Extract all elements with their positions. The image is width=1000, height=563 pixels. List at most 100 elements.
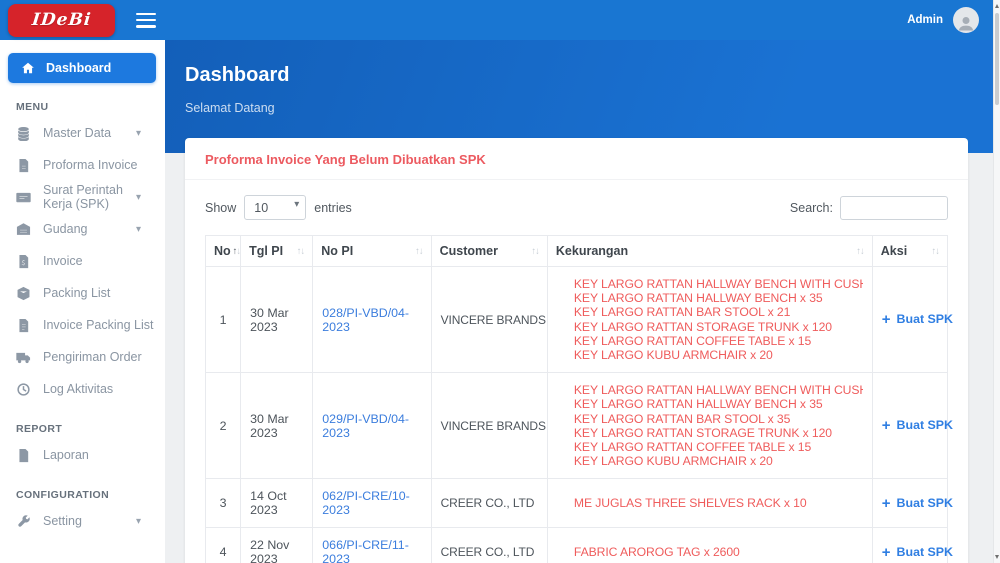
file-icon xyxy=(16,448,31,463)
table-header-row: No ↑↓ Tgl PI ↑↓ No PI ↑↓ Customer ↑↓ Kek… xyxy=(206,236,948,267)
sort-arrows-icon: ↑↓ xyxy=(297,246,305,257)
column-header-label: No PI xyxy=(321,244,353,258)
column-header-aksi[interactable]: Aksi ↑↓ xyxy=(872,236,947,267)
kekurangan-list: FABRIC AROROG TAG x 2600 xyxy=(557,545,863,559)
table-row: 4 22 Nov 2023 066/PI-CRE/11-2023 CREER C… xyxy=(206,528,948,563)
sort-arrows-icon: ↑↓ xyxy=(233,246,241,257)
history-icon xyxy=(16,382,31,397)
cell-no: 3 xyxy=(206,479,241,528)
sidebar-item-gudang[interactable]: Gudang ▾ xyxy=(0,213,165,245)
buat-spk-button[interactable]: +Buat SPK xyxy=(882,418,953,432)
kekurangan-item: KEY LARGO RATTAN STORAGE TRUNK x 120 xyxy=(574,320,863,334)
cell-tgl-pi: 30 Mar 2023 xyxy=(241,267,313,373)
plus-icon: + xyxy=(882,417,891,434)
cell-customer: VINCERE BRANDS LTD. xyxy=(431,267,547,373)
kekurangan-item: KEY LARGO RATTAN HALLWAY BENCH WITH CUSH… xyxy=(574,277,863,291)
sidebar-item-master-data[interactable]: Master Data ▾ xyxy=(0,117,165,149)
sidebar-item-laporan[interactable]: Laporan xyxy=(0,439,165,471)
warehouse-icon xyxy=(16,222,31,237)
sort-arrows-icon: ↑↓ xyxy=(932,246,940,257)
sidebar: Dashboard MENU Master Data ▾ Proforma In… xyxy=(0,40,165,563)
chevron-down-icon: ▾ xyxy=(136,516,141,527)
buat-spk-button[interactable]: +Buat SPK xyxy=(882,496,953,510)
buat-spk-button[interactable]: +Buat SPK xyxy=(882,545,953,559)
chevron-down-icon: ▾ xyxy=(136,128,141,139)
sidebar-item-log-aktivitas[interactable]: Log Aktivitas xyxy=(0,373,165,405)
cell-no: 1 xyxy=(206,267,241,373)
pi-number-link[interactable]: 062/PI-CRE/10-2023 xyxy=(322,489,409,517)
search-input[interactable] xyxy=(840,196,948,220)
kekurangan-item: KEY LARGO RATTAN HALLWAY BENCH x 35 xyxy=(574,291,863,305)
sidebar-item-pengiriman-order[interactable]: Pengiriman Order xyxy=(0,341,165,373)
cell-customer: CREER CO., LTD xyxy=(431,528,547,563)
sidebar-item-proforma-invoice[interactable]: Proforma Invoice xyxy=(0,149,165,181)
page-subtitle: Selamat Datang xyxy=(185,101,973,115)
database-icon xyxy=(16,126,31,141)
sort-arrows-icon: ↑↓ xyxy=(415,246,423,257)
plus-icon: + xyxy=(882,495,891,512)
column-header-tgl-pi[interactable]: Tgl PI ↑↓ xyxy=(241,236,313,267)
column-header-label: Customer xyxy=(440,244,498,258)
kekurangan-item: FABRIC AROROG TAG x 2600 xyxy=(574,545,863,559)
sidebar-item-label: Proforma Invoice xyxy=(43,158,137,172)
file-list-icon xyxy=(16,318,31,333)
column-header-label: No xyxy=(214,244,231,258)
chevron-down-icon: ▾ xyxy=(136,224,141,235)
buat-spk-button[interactable]: +Buat SPK xyxy=(882,312,953,326)
truck-icon xyxy=(16,350,31,365)
kekurangan-item: KEY LARGO RATTAN STORAGE TRUNK x 120 xyxy=(574,426,863,440)
sidebar-item-label: Laporan xyxy=(43,448,89,462)
card-title: Proforma Invoice Yang Belum Dibuatkan SP… xyxy=(185,138,968,180)
pi-number-link[interactable]: 066/PI-CRE/11-2023 xyxy=(322,538,409,563)
column-header-no-pi[interactable]: No PI ↑↓ xyxy=(313,236,431,267)
cell-customer: CREER CO., LTD xyxy=(431,479,547,528)
cell-tgl-pi: 14 Oct 2023 xyxy=(241,479,313,528)
pi-number-link[interactable]: 029/PI-VBD/04-2023 xyxy=(322,412,409,440)
sidebar-item-packing-list[interactable]: Packing List xyxy=(0,277,165,309)
scrollbar-thumb[interactable] xyxy=(995,13,999,105)
cell-tgl-pi: 22 Nov 2023 xyxy=(241,528,313,563)
table-row: 3 14 Oct 2023 062/PI-CRE/10-2023 CREER C… xyxy=(206,479,948,528)
brand-logo[interactable]: IDeBi xyxy=(8,4,115,37)
kekurangan-item: KEY LARGO RATTAN BAR STOOL x 35 xyxy=(574,412,863,426)
scroll-down-arrow-icon[interactable] xyxy=(995,555,999,559)
search-control: Search: xyxy=(790,196,948,220)
cell-tgl-pi: 30 Mar 2023 xyxy=(241,373,313,479)
sidebar-item-invoice-packing-list[interactable]: Invoice Packing List xyxy=(0,309,165,341)
sidebar-item-setting[interactable]: Setting ▾ xyxy=(0,505,165,537)
search-label: Search: xyxy=(790,201,833,215)
home-icon xyxy=(21,61,35,75)
page-length-control: Show 10 ▾ entries xyxy=(205,195,352,220)
avatar[interactable] xyxy=(953,7,979,33)
pi-number-link[interactable]: 028/PI-VBD/04-2023 xyxy=(322,306,409,334)
column-header-customer[interactable]: Customer ↑↓ xyxy=(431,236,547,267)
sidebar-item-dashboard[interactable]: Dashboard xyxy=(8,53,156,83)
invoice-dollar-icon xyxy=(16,254,31,269)
kekurangan-item: KEY LARGO RATTAN HALLWAY BENCH x 35 xyxy=(574,397,863,411)
kekurangan-item: ME JUGLAS THREE SHELVES RACK x 10 xyxy=(574,496,863,510)
sidebar-item-label: Log Aktivitas xyxy=(43,382,113,396)
column-header-no[interactable]: No ↑↓ xyxy=(206,236,241,267)
kekurangan-list: KEY LARGO RATTAN HALLWAY BENCH WITH CUSH… xyxy=(557,277,863,362)
sidebar-item-surat-perintah-kerja-spk[interactable]: Surat Perintah Kerja (SPK) ▾ xyxy=(0,181,165,213)
hamburger-menu-icon[interactable] xyxy=(136,13,156,28)
sidebar-item-label: Setting xyxy=(43,514,82,528)
kekurangan-item: KEY LARGO RATTAN COFFEE TABLE x 15 xyxy=(574,334,863,348)
kekurangan-item: KEY LARGO KUBU ARMCHAIR x 20 xyxy=(574,348,863,362)
column-header-kekurangan[interactable]: Kekurangan ↑↓ xyxy=(547,236,872,267)
scroll-up-arrow-icon[interactable] xyxy=(995,4,999,8)
entries-select[interactable]: 10 xyxy=(244,195,306,220)
sort-arrows-icon: ↑↓ xyxy=(856,246,864,257)
sidebar-item-label: Gudang xyxy=(43,222,87,236)
topbar: IDeBi Admin xyxy=(0,0,993,40)
sidebar-section-header: CONFIGURATION xyxy=(0,483,165,505)
plus-icon: + xyxy=(882,311,891,328)
sidebar-item-invoice[interactable]: Invoice xyxy=(0,245,165,277)
sidebar-item-label: Surat Perintah Kerja (SPK) xyxy=(43,183,124,211)
table-row: 2 30 Mar 2023 029/PI-VBD/04-2023 VINCERE… xyxy=(206,373,948,479)
table-row: 1 30 Mar 2023 028/PI-VBD/04-2023 VINCERE… xyxy=(206,267,948,373)
user-name[interactable]: Admin xyxy=(907,14,943,26)
scrollbar[interactable] xyxy=(993,0,1000,563)
sidebar-item-label: Invoice Packing List xyxy=(43,318,153,332)
kekurangan-list: KEY LARGO RATTAN HALLWAY BENCH WITH CUSH… xyxy=(557,383,863,468)
